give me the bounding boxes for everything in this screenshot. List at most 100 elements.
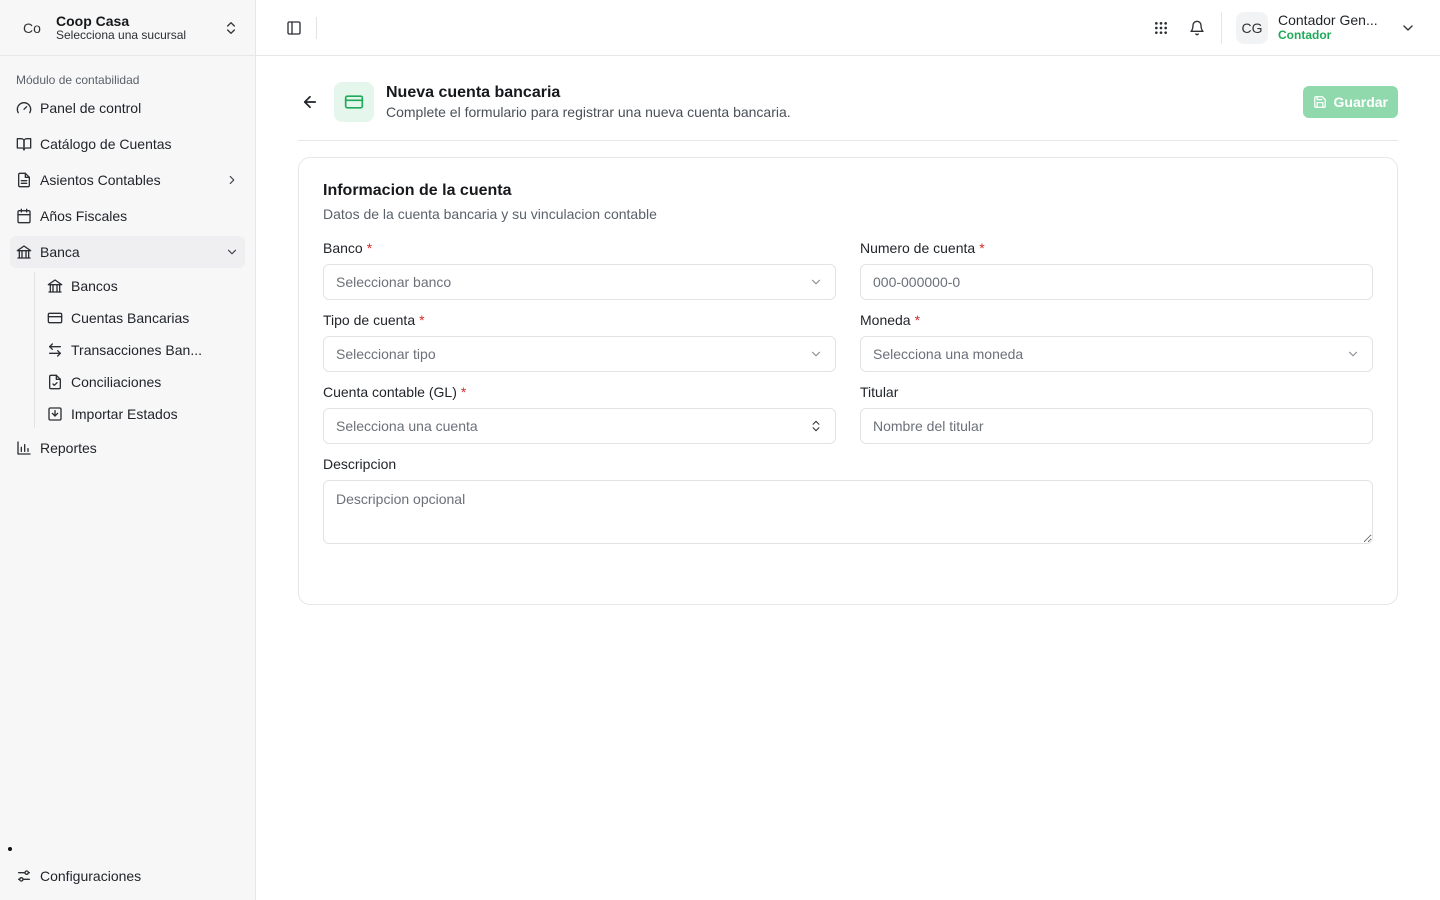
org-name: Coop Casa	[56, 12, 130, 29]
sidebar-section-label: Módulo de contabilidad	[16, 73, 140, 87]
sidebar-item-conciliaciones[interactable]: Conciliaciones	[41, 368, 245, 396]
bar-chart-icon	[17, 441, 31, 455]
sidebar-item-reportes[interactable]: Reportes	[10, 432, 245, 464]
required-mark: *	[979, 240, 985, 256]
bell-icon	[1190, 20, 1204, 35]
page-titles: Nueva cuenta bancaria Complete el formul…	[386, 83, 1303, 122]
card-subtitle: Datos de la cuenta bancaria y su vincula…	[323, 206, 657, 222]
sidebar-item-label: Importar Estados	[71, 406, 178, 422]
apps-grid-button[interactable]	[1147, 14, 1175, 42]
holder-name-input[interactable]	[860, 408, 1373, 444]
sidebar-item-cuentas-bancarias[interactable]: Cuentas Bancarias	[41, 304, 245, 332]
page-icon-badge	[334, 82, 374, 122]
field-banco: Banco * Seleccionar banco	[323, 240, 836, 300]
card-title: Informacion de la cuenta	[323, 182, 512, 199]
user-role: Contador	[1278, 27, 1332, 42]
user-info: Contador Gen... Contador	[1278, 13, 1390, 42]
sidebar-item-label: Configuraciones	[40, 868, 142, 884]
sidebar-item-label: Conciliaciones	[71, 374, 162, 390]
sidebar-item-anos-fiscales[interactable]: Años Fiscales	[10, 200, 245, 232]
account-type-select[interactable]: Seleccionar tipo	[323, 336, 836, 372]
toggle-sidebar-button[interactable]	[280, 14, 308, 42]
field-label: Descripcion	[323, 456, 1373, 472]
currency-select[interactable]: Selecciona una moneda	[860, 336, 1373, 372]
save-button[interactable]: Guardar	[1302, 86, 1398, 118]
field-label: Banco *	[323, 240, 836, 256]
book-open-icon	[16, 138, 32, 151]
field-tipo-cuenta: Tipo de cuenta * Seleccionar tipo	[323, 312, 836, 372]
bank-icon	[47, 279, 63, 293]
gl-account-combobox[interactable]: Selecciona una cuenta	[323, 408, 836, 444]
user-name: Contador Gen...	[1278, 13, 1378, 29]
document-icon	[18, 172, 30, 188]
sidebar-item-bancos[interactable]: Bancos	[41, 272, 245, 300]
sidebar-item-banca[interactable]: Banca	[10, 236, 245, 268]
chevrons-up-down-icon	[812, 420, 820, 432]
chevrons-up-down-icon	[227, 21, 235, 34]
save-button-label: Guardar	[1333, 94, 1388, 110]
field-label: Titular	[860, 384, 1373, 400]
sidebar-item-label: Años Fiscales	[40, 208, 128, 224]
numero-cuenta-label: Numero de cuenta	[860, 240, 976, 256]
user-menu[interactable]: CG Contador Gen... Contador	[1221, 11, 1416, 44]
calendar-icon	[17, 208, 31, 224]
sidebar-item-label: Asientos Contables	[40, 172, 161, 188]
sidebar-item-configuraciones[interactable]: Configuraciones	[10, 860, 245, 892]
sidebar-item-label: Transacciones Ban...	[71, 342, 202, 358]
credit-card-icon	[344, 95, 364, 109]
org-switcher[interactable]: Co Coop Casa Selecciona una sucursal	[0, 0, 255, 56]
chevron-down-icon	[227, 249, 237, 255]
field-label: Cuenta contable (GL) *	[323, 384, 836, 400]
account-type-placeholder: Seleccionar tipo	[336, 346, 436, 362]
banco-select[interactable]: Seleccionar banco	[323, 264, 836, 300]
sidebar-item-catalogo-de-cuentas[interactable]: Catálogo de Cuentas	[10, 128, 245, 160]
currency-placeholder: Selecciona una moneda	[873, 346, 1024, 362]
required-mark: *	[460, 384, 467, 400]
banco-label: Banco	[323, 240, 363, 256]
sidebar-item-importar-estados[interactable]: Importar Estados	[41, 400, 245, 428]
back-button[interactable]	[298, 90, 322, 114]
sidebar-item-asientos-contables[interactable]: Asientos Contables	[10, 164, 245, 196]
sidebar-item-transacciones-bancarias[interactable]: Transacciones Ban...	[41, 336, 245, 364]
sidebar-nav: Panel de control Catálogo de Cuentas Asi…	[0, 88, 255, 464]
sidebar-panel-icon	[287, 20, 301, 35]
field-numero-cuenta: Numero de cuenta *	[860, 240, 1373, 300]
page-title: Nueva cuenta bancaria	[386, 83, 561, 101]
header-divider	[298, 140, 1398, 141]
field-moneda: Moneda * Selecciona una moneda	[860, 312, 1373, 372]
save-icon	[1313, 96, 1326, 108]
account-number-input[interactable]	[860, 264, 1373, 300]
required-mark: *	[914, 312, 921, 328]
arrows-left-right-icon	[49, 343, 61, 357]
required-mark: *	[419, 312, 425, 328]
field-label: Numero de cuenta *	[860, 240, 1373, 256]
banca-submenu: Bancos Cuentas Bancarias Transacciones B…	[34, 272, 245, 428]
chevron-down-icon	[811, 351, 821, 357]
arrow-left-icon	[303, 95, 317, 109]
topbar: CG Contador Gen... Contador	[256, 0, 1440, 56]
sidebar-indicator-dot	[8, 847, 12, 851]
required-mark: *	[366, 240, 373, 256]
sidebar-item-label: Cuentas Bancarias	[71, 310, 190, 326]
org-branch-prompt: Selecciona una sucursal	[56, 27, 187, 42]
notifications-button[interactable]	[1183, 14, 1211, 42]
sidebar-footer: Configuraciones	[10, 860, 245, 896]
field-titular: Titular	[860, 384, 1373, 444]
moneda-label: Moneda	[860, 312, 911, 328]
sidebar-item-label: Banca	[40, 244, 80, 260]
sidebar: Co Coop Casa Selecciona una sucursal Mód…	[0, 0, 256, 900]
field-cuenta-gl: Cuenta contable (GL) * Selecciona una cue…	[323, 384, 836, 444]
sidebar-item-panel-de-control[interactable]: Panel de control	[10, 92, 245, 124]
chevron-down-icon	[811, 279, 821, 285]
avatar: CG	[1236, 11, 1268, 44]
import-icon	[48, 407, 62, 421]
banco-select-placeholder: Seleccionar banco	[336, 274, 452, 290]
dashboard-gauge-icon	[16, 102, 32, 114]
chevron-down-icon	[1348, 351, 1358, 357]
page-header: Nueva cuenta bancaria Complete el formul…	[298, 82, 1398, 122]
org-info: Coop Casa Selecciona una sucursal	[56, 13, 223, 43]
sidebar-item-label: Catálogo de Cuentas	[40, 136, 172, 152]
description-textarea[interactable]	[323, 480, 1373, 544]
grid-dots-icon	[1155, 21, 1167, 34]
field-label: Moneda *	[860, 312, 1373, 328]
